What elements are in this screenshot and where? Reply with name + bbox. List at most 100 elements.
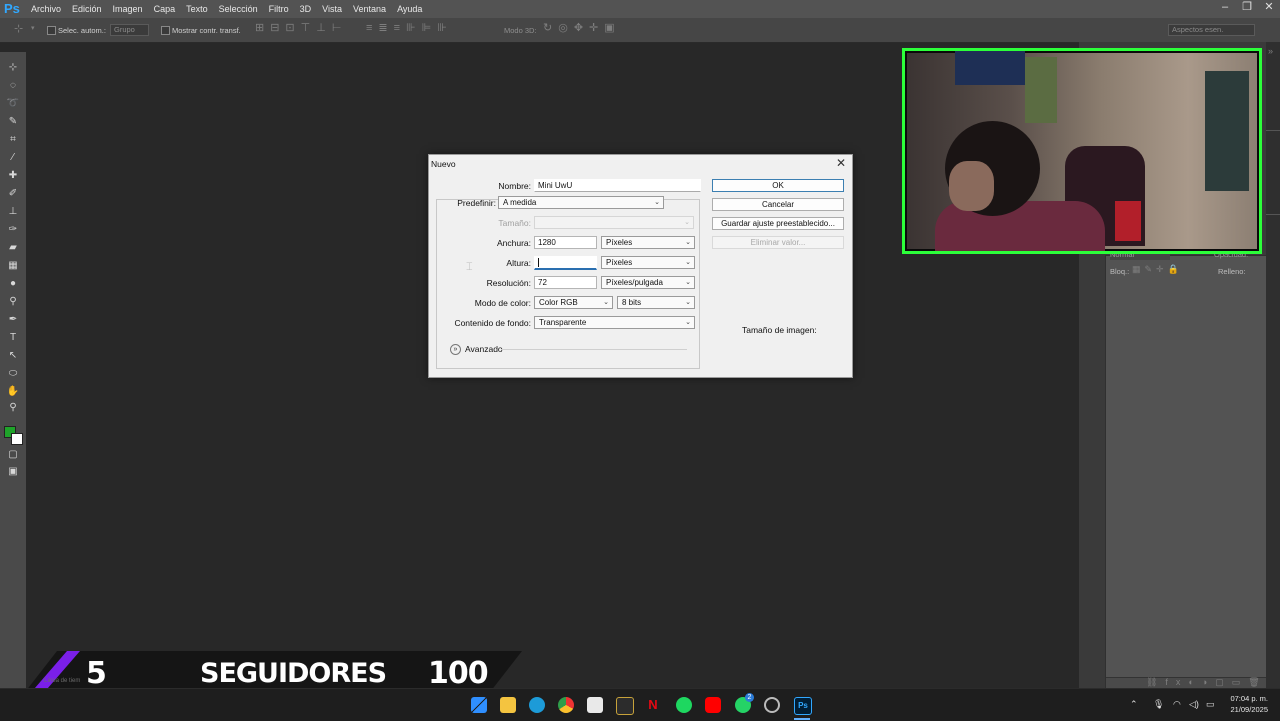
menu-texto[interactable]: Texto xyxy=(186,4,208,14)
bit-depth-select[interactable]: 8 bits ⌄ xyxy=(617,296,695,309)
shape-tool-icon[interactable]: ⬭ xyxy=(6,368,20,380)
group-select[interactable]: Grupo xyxy=(110,24,149,36)
marquee-tool-icon[interactable]: ◌ xyxy=(6,80,20,92)
gradient-tool-icon[interactable]: ▦ xyxy=(6,260,20,272)
quick-select-tool-icon[interactable]: ✎ xyxy=(6,116,20,128)
save-preset-button[interactable]: Guardar ajuste preestablecido... xyxy=(712,217,844,230)
clock-time[interactable]: 07:04 p. m. xyxy=(1222,694,1268,703)
menu-imagen[interactable]: Imagen xyxy=(113,4,143,14)
show-transform-checkbox[interactable] xyxy=(161,26,170,35)
menu-ayuda[interactable]: Ayuda xyxy=(397,4,422,14)
name-input[interactable]: Mini UwU xyxy=(534,179,701,192)
move-tool-icon[interactable]: ⊹ xyxy=(6,62,20,74)
hand-tool-icon[interactable]: ✋ xyxy=(6,386,20,398)
quick-mask-icon[interactable]: ▢ xyxy=(6,449,20,461)
history-brush-tool-icon[interactable]: ✑ xyxy=(6,224,20,236)
close-window-button[interactable]: ✕ xyxy=(1258,0,1280,14)
microphone-icon[interactable]: 🎙 xyxy=(1153,699,1164,710)
background-select[interactable]: Transparente ⌄ xyxy=(534,316,695,329)
menu-vista[interactable]: Vista xyxy=(322,4,342,14)
stamp-tool-icon[interactable]: ⊥ xyxy=(6,206,20,218)
followers-current: 5 xyxy=(86,656,107,691)
divider xyxy=(1266,130,1280,131)
app-icon[interactable] xyxy=(764,697,780,713)
wall-poster xyxy=(955,51,1025,85)
menu-archivo[interactable]: Archivo xyxy=(31,4,61,14)
chevron-up-icon[interactable]: ⌃ xyxy=(1130,699,1138,710)
menu-filtro[interactable]: Filtro xyxy=(269,4,289,14)
netflix-icon[interactable]: N xyxy=(645,697,661,713)
lock-icons[interactable]: ▦✎✛🔒 xyxy=(1132,264,1183,275)
preset-label: Predefinir: xyxy=(457,198,496,208)
chrome-icon[interactable] xyxy=(558,697,574,713)
chevron-down-icon: ⌄ xyxy=(685,299,691,306)
height-input[interactable] xyxy=(534,256,597,270)
screen-mode-icon[interactable]: ▣ xyxy=(6,466,20,478)
dodge-tool-icon[interactable]: ⚲ xyxy=(6,296,20,308)
type-tool-icon[interactable]: T xyxy=(6,332,20,344)
mode3d-icons[interactable]: ↻◎✥✛▣ xyxy=(543,21,621,34)
brush-tool-icon[interactable]: ✐ xyxy=(6,188,20,200)
file-explorer-icon[interactable] xyxy=(500,697,516,713)
height-unit-select[interactable]: Píxeles ⌄ xyxy=(601,256,695,269)
background-label: Contenido de fondo: xyxy=(454,318,531,328)
resolution-input[interactable]: 72 xyxy=(534,276,597,289)
resolution-unit-value: Píxeles/pulgada xyxy=(606,278,663,287)
preset-value: A medida xyxy=(503,198,537,207)
menu-edicion[interactable]: Edición xyxy=(72,4,102,14)
expand-advanced-icon[interactable]: » xyxy=(450,344,461,355)
lasso-tool-icon[interactable]: ➰ xyxy=(6,98,20,110)
chevron-down-icon: ⌄ xyxy=(684,219,690,226)
background-color-swatch[interactable] xyxy=(11,433,23,445)
photoshop-taskbar-icon[interactable]: Ps xyxy=(794,697,812,715)
spotify-icon[interactable] xyxy=(676,697,692,713)
crop-tool-icon[interactable]: ⌗ xyxy=(6,134,20,146)
color-mode-select[interactable]: Color RGB ⌄ xyxy=(534,296,613,309)
align-icons[interactable]: ⊞⊟⊡⊤⊥⊢ xyxy=(255,21,347,34)
chevron-down-icon: ⌄ xyxy=(685,239,691,246)
restore-button[interactable]: ❐ xyxy=(1236,0,1258,14)
app-icon[interactable] xyxy=(616,697,634,715)
menu-ventana[interactable]: Ventana xyxy=(353,4,386,14)
move-tool-icon[interactable]: ⊹ xyxy=(14,22,23,35)
workspace-select[interactable]: Aspectos esen. xyxy=(1168,24,1255,36)
chevron-down-icon[interactable]: ▾ xyxy=(31,24,35,32)
photoshop-logo: Ps xyxy=(4,1,20,16)
clock-date[interactable]: 21/09/2025 xyxy=(1222,705,1268,714)
menu-3d[interactable]: 3D xyxy=(300,4,312,14)
volume-icon[interactable]: ◁) xyxy=(1189,699,1199,710)
width-unit-select[interactable]: Píxeles ⌄ xyxy=(601,236,695,249)
store-icon[interactable] xyxy=(587,697,603,713)
auto-select-checkbox[interactable] xyxy=(47,26,56,35)
layer-action-icons[interactable]: ⛓fx◐◑▢▭🗑 xyxy=(1146,677,1268,688)
wifi-icon[interactable]: ◠ xyxy=(1173,699,1181,710)
battery-icon[interactable]: ▭ xyxy=(1206,699,1215,710)
pen-tool-icon[interactable]: ✒ xyxy=(6,314,20,326)
blur-tool-icon[interactable]: ● xyxy=(6,278,20,290)
healing-tool-icon[interactable]: ✚ xyxy=(6,170,20,182)
youtube-icon[interactable] xyxy=(705,697,721,713)
layers-panel: Normal Opacidad: Bloq.: ▦✎✛🔒 Relleno: ⛓f… xyxy=(1105,250,1271,690)
eyedropper-tool-icon[interactable]: ⁄ xyxy=(6,152,20,164)
cancel-button[interactable]: Cancelar xyxy=(712,198,844,211)
collapse-icon[interactable]: » xyxy=(1268,46,1273,56)
windows-start-icon[interactable] xyxy=(471,697,487,713)
zoom-tool-icon[interactable]: ⚲ xyxy=(6,402,20,414)
edge-icon[interactable] xyxy=(529,697,545,713)
preset-select[interactable]: A medida ⌄ xyxy=(498,196,664,209)
menu-capa[interactable]: Capa xyxy=(154,4,176,14)
resolution-unit-select[interactable]: Píxeles/pulgada ⌄ xyxy=(601,276,695,289)
taskbar: N 2 Ps ⌃ 🎙 ◠ ◁) ▭ 07:04 p. m. 21/09/2025 xyxy=(0,688,1280,721)
close-icon[interactable]: ✕ xyxy=(836,156,846,170)
menu-seleccion[interactable]: Selección xyxy=(219,4,258,14)
minimize-button[interactable]: – xyxy=(1214,0,1236,14)
window-controls: – ❐ ✕ xyxy=(1214,0,1280,14)
width-input[interactable]: 1280 xyxy=(534,236,597,249)
advanced-label[interactable]: Avanzado xyxy=(465,344,503,354)
delete-preset-button[interactable]: Eliminar valor... xyxy=(712,236,844,249)
path-select-tool-icon[interactable]: ↖ xyxy=(6,350,20,362)
ok-button[interactable]: OK xyxy=(712,179,844,192)
distribute-icons[interactable]: ≡≣≡⊪⊫⊪ xyxy=(366,21,453,34)
eraser-tool-icon[interactable]: ▰ xyxy=(6,242,20,254)
timeline-label: Línea de tiem xyxy=(44,678,81,684)
